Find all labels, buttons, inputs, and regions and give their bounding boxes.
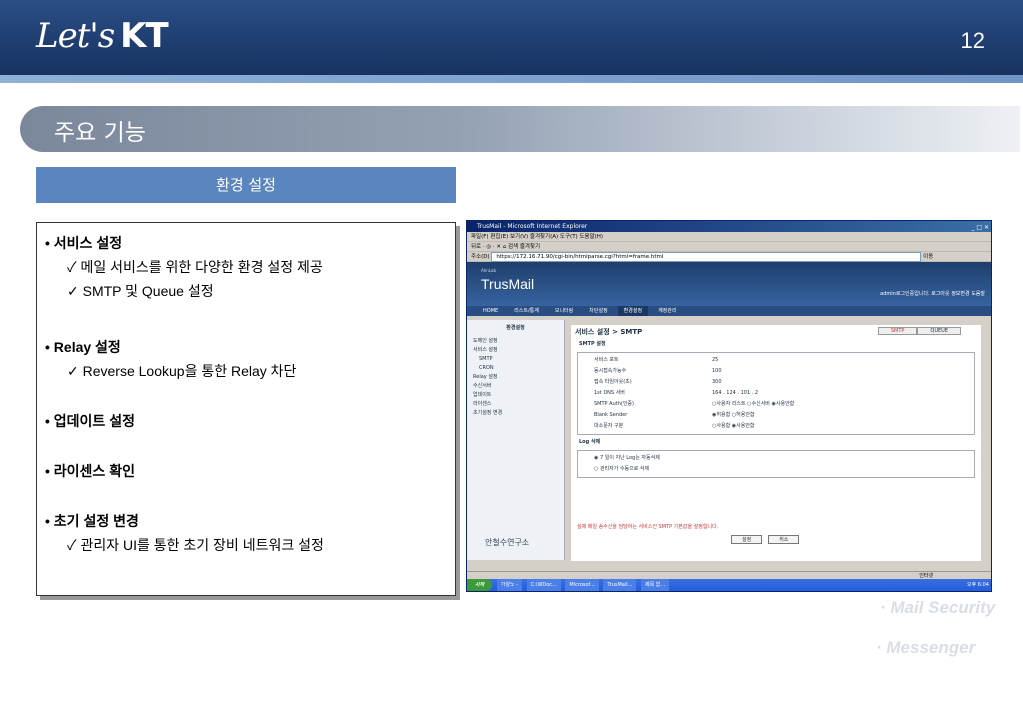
feature-title: • Relay 설정 [45, 339, 121, 355]
form-row: SMTP Auth(인증) ○사용자 리스트 ○수신서버 ◉사용안함 [580, 399, 972, 410]
sidebar-item[interactable]: 서비스 설정 [473, 346, 558, 355]
nav-account[interactable]: 계정관리 [652, 306, 682, 316]
auth-radio[interactable]: ○사용자 리스트 ○수신서버 ◉사용안함 [712, 399, 794, 410]
port-input[interactable]: 25 [712, 355, 718, 366]
log-header: Log 삭제 [579, 439, 601, 445]
ie-toolbar[interactable]: 뒤로 · ◎ · ✕ ⌂ 검색 즐겨찾기 [467, 242, 991, 252]
sidebar-item[interactable]: SMTP [473, 355, 558, 364]
form-buttons: 설정 취소 [731, 535, 805, 544]
feature-title: • 업데이트 설정 [45, 413, 135, 429]
sidebar-item[interactable]: Relay 설정 [473, 373, 558, 382]
trusmail-header: AhnLab TrusMail admin로그인중입니다. 로그아웃 정보변경 … [467, 262, 991, 306]
form-row: 접속 타임아웃(초) 300 [580, 377, 972, 388]
nav-list[interactable]: 리스트/통계 [508, 306, 545, 316]
ie-statusbar: 인터넷 [467, 571, 991, 579]
taskbar-item[interactable]: TrusMail... [603, 579, 637, 591]
case-radio[interactable]: ○사용함 ◉사용안함 [712, 421, 755, 432]
smtp-settings-panel: 서비스 설정 > SMTP SMTP QUEUE SMTP 설정 서비스 포트 25… [571, 325, 981, 561]
section-title: 주요 기능 [54, 120, 146, 146]
form-row: 동시접속가능수 100 [580, 366, 972, 377]
cancel-button[interactable]: 취소 [768, 535, 800, 544]
start-button[interactable]: 시작 [467, 579, 493, 591]
concurrency-input[interactable]: 100 [712, 366, 722, 377]
feature-list: • 서비스 설정 ✓ 메일 서비스를 위한 다양한 환경 설정 제공 ✓ SMT… [36, 222, 456, 596]
window-buttons-icon[interactable]: _ □ ✕ [971, 222, 989, 233]
dns-input[interactable]: 164 . 124 . 101 . 2 [712, 388, 758, 399]
form-row: 대소문자 구분 ○사용함 ◉사용안함 [580, 421, 972, 432]
smtp-form: 서비스 포트 25 동시접속가능수 100 접속 타임아웃(초) 300 1st DN… [577, 352, 975, 435]
trusmail-logo: TrusMail [481, 276, 535, 292]
ahnlab-brand: 안철수연구소 [485, 538, 530, 547]
section-bar [20, 106, 1020, 152]
page-number: 12 [960, 28, 985, 53]
apply-button[interactable]: 설정 [731, 535, 763, 544]
taskbar-item[interactable]: 가양노 - [496, 579, 522, 591]
taskbar-item[interactable]: Microsof... [565, 579, 599, 591]
smtp-header: SMTP 설정 [579, 341, 606, 347]
nav-settings[interactable]: 환경설정 [617, 306, 649, 316]
user-info[interactable]: admin로그인중입니다. 로그아웃 정보변경 도움말 [880, 290, 985, 297]
trusmail-screenshot: TrusMail - Microsoft Internet Explorer _ … [466, 220, 992, 592]
nav-monitor[interactable]: 모니터링 [549, 306, 579, 316]
header-banner: Let's KT 12 [0, 0, 1023, 78]
nav-block[interactable]: 차단설정 [583, 306, 613, 316]
tab-queue[interactable]: QUEUE [917, 327, 961, 335]
feature-item: ✓ 관리자 UI를 통한 초기 장비 네트워크 설정 [67, 537, 324, 553]
tab-smtp[interactable]: SMTP [877, 327, 918, 335]
taskbar-clock: 오후 6:04 [966, 582, 989, 588]
form-row: 1st DNS 서버 164 . 124 . 101 . 2 [580, 388, 972, 399]
settings-tabs: SMTP QUEUE [877, 327, 961, 335]
sidebar-item[interactable]: CRON [473, 364, 558, 373]
header-stripe [0, 75, 1023, 83]
sidebar-item[interactable]: 도메인 설정 [473, 337, 558, 346]
sidebar-item[interactable]: 수신서버 [473, 382, 558, 391]
feature-item: ✓ Reverse Lookup을 통한 Relay 차단 [67, 363, 297, 379]
feature-title: • 초기 설정 변경 [45, 513, 139, 529]
windows-taskbar: 시작 가양노 - C:\WDoc... Microsof... TrusMail… [467, 579, 991, 591]
feature-title: • 라이센스 확인 [45, 463, 135, 479]
log-auto-radio[interactable]: ◉ 7 일이 지난 Log는 자동삭제 [580, 453, 972, 464]
feature-title: • 서비스 설정 [45, 235, 123, 251]
ie-menubar[interactable]: 파일(F) 편집(E) 보기(V) 즐겨찾기(A) 도구(T) 도움말(H) [467, 232, 991, 242]
form-row: Blank Sender ◉허용함 ○허용안함 [580, 410, 972, 421]
settings-sidebar: 환경설정 도메인 설정 서비스 설정 SMTP CRON Relay 설정 수신… [467, 320, 565, 560]
watermark-messenger: · Messenger [876, 638, 976, 657]
watermark-mail-security: · Mail Security [880, 598, 996, 617]
timeout-input[interactable]: 300 [712, 377, 722, 388]
kt-logo: Let's KT [36, 16, 169, 56]
log-manual-radio[interactable]: ○ 관리자가 수동으로 삭제 [580, 464, 972, 475]
go-button[interactable]: 이동 [923, 254, 933, 260]
taskbar-item[interactable]: 제목 없... [640, 579, 670, 591]
log-form: ◉ 7 일이 지난 Log는 자동삭제 ○ 관리자가 수동으로 삭제 [577, 450, 975, 478]
feature-item: ✓ SMTP 및 Queue 설정 [67, 283, 214, 299]
form-row: 서비스 포트 25 [580, 355, 972, 366]
blank-sender-radio[interactable]: ◉허용함 ○허용안함 [712, 410, 755, 421]
settings-note: 실제 메일 송수신을 담당하는 서비스인 SMTP 기본값을 설정합니다. [577, 524, 719, 530]
trusmail-nav: HOME 리스트/통계 모니터링 차단설정 환경설정 계정관리 [467, 306, 991, 316]
sidebar-item[interactable]: 라이센스 [473, 400, 558, 409]
sidebar-title: 환경설정 [506, 325, 525, 331]
subheading: 환경 설정 [36, 167, 456, 203]
sidebar-item[interactable]: 초기설정 변경 [473, 409, 558, 418]
ie-addressbar: 주소(D) https://172.16.71.90/cgi-bin/htmlp… [467, 252, 991, 262]
taskbar-item[interactable]: C:\WDoc... [526, 579, 561, 591]
address-input[interactable]: https://172.16.71.90/cgi-bin/htmlparse.c… [491, 252, 922, 262]
nav-home[interactable]: HOME [477, 306, 504, 316]
feature-item: ✓ 메일 서비스를 위한 다양한 환경 설정 제공 [67, 259, 323, 275]
ie-titlebar: TrusMail - Microsoft Internet Explorer _ … [467, 221, 991, 232]
sidebar-item[interactable]: 업데이트 [473, 391, 558, 400]
